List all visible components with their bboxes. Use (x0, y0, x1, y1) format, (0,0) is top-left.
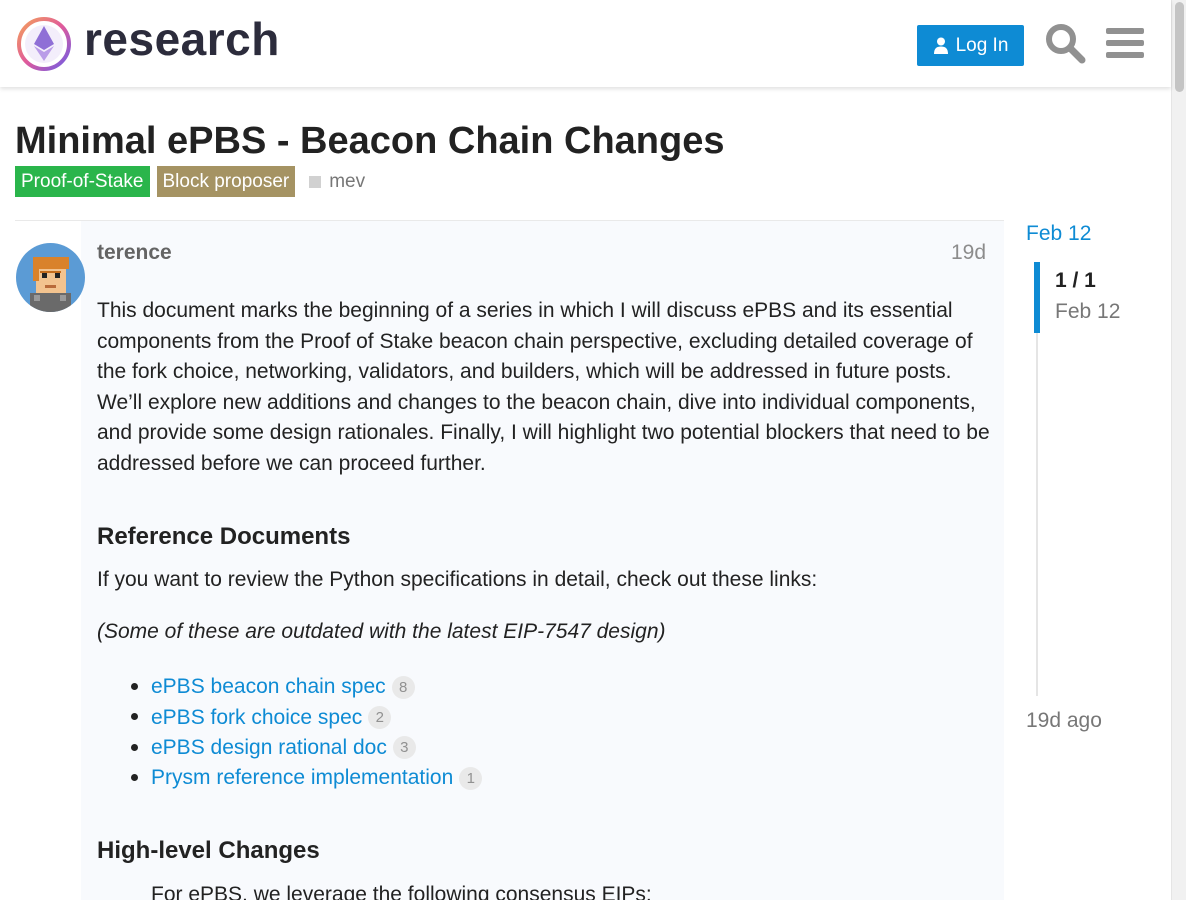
post-intro-paragraph: This document marks the beginning of a s… (97, 299, 990, 475)
reference-note-paragraph: (Some of these are outdated with the lat… (97, 620, 666, 643)
changes-intro-paragraph: For ePBS, we leverage the following cons… (151, 883, 652, 900)
click-count-badge: 2 (368, 706, 392, 730)
post-content: This document marks the beginning of a s… (97, 296, 992, 479)
timeline-position: 1 / 1 (1055, 269, 1096, 292)
site-name: research (84, 13, 280, 65)
topic-title[interactable]: Minimal ePBS - Beacon Chain Changes (15, 120, 724, 163)
ethereum-logo (17, 17, 71, 71)
search-icon[interactable] (1044, 22, 1086, 64)
list-item: ePBS fork choice spec 2 (130, 702, 482, 732)
site-logo[interactable]: research (16, 13, 279, 72)
timeline-start-date[interactable]: Feb 12 (1026, 222, 1091, 246)
timeline-current-date: Feb 12 (1055, 300, 1121, 323)
link-design-rational-doc[interactable]: ePBS design rational doc (151, 736, 387, 760)
site-header: research Log In (0, 0, 1171, 87)
page-scrollbar[interactable] (1171, 0, 1186, 900)
tag-label: mev (329, 170, 366, 192)
timeline-end-label[interactable]: 19d ago (1026, 709, 1102, 733)
link-fork-choice-spec[interactable]: ePBS fork choice spec (151, 706, 362, 730)
topic-tags: Proof-of-Stake Block proposer mev (15, 166, 365, 197)
list-item: Prysm reference implementation 1 (130, 763, 483, 793)
list-item: ePBS beacon chain spec 8 (130, 672, 482, 702)
category-badge-block-proposer[interactable]: Block proposer (156, 166, 296, 197)
avatar[interactable] (16, 243, 85, 312)
click-count-badge: 1 (459, 766, 483, 790)
high-level-changes-heading: High-level Changes (97, 837, 320, 864)
post-date[interactable]: 19d (951, 241, 986, 265)
login-button[interactable]: Log In (917, 25, 1024, 66)
tag-square-icon (309, 175, 322, 188)
link-beacon-chain-spec[interactable]: ePBS beacon chain spec (151, 675, 386, 699)
timeline-handle[interactable] (1034, 262, 1040, 333)
category-badge-proof-of-stake[interactable]: Proof-of-Stake (15, 166, 150, 197)
hamburger-menu-icon[interactable] (1106, 26, 1144, 60)
link-prysm-reference-implementation[interactable]: Prysm reference implementation (151, 766, 453, 790)
tag-mev[interactable]: mev (309, 171, 365, 193)
reference-documents-heading: Reference Documents (97, 523, 351, 550)
post-username[interactable]: terence (97, 241, 172, 265)
scrollbar-thumb[interactable] (1175, 2, 1184, 92)
list-item: ePBS design rational doc 3 (130, 733, 482, 763)
avatar-image (16, 243, 85, 312)
user-icon (933, 37, 948, 54)
click-count-badge: 8 (391, 675, 415, 699)
reference-intro-paragraph: If you want to review the Python specifi… (97, 568, 818, 591)
login-label: Log In (955, 34, 1009, 56)
click-count-badge: 3 (392, 736, 416, 760)
reference-links-list: ePBS beacon chain spec 8 ePBS fork choic… (130, 672, 483, 794)
